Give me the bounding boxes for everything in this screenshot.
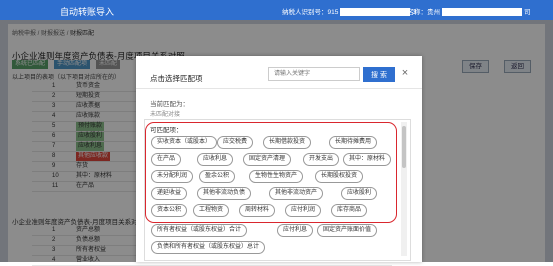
- options-panel: 可匹配项： 实收资本（或股本） 应交税费 长期借款投资 长期待摊费用 在产品 应收利息 固定…: [144, 119, 411, 261]
- top-bar: 自动转账导入 纳税人识别号：915 3 纳税人名称：贵州司: [0, 0, 553, 20]
- option-chip[interactable]: 应付利润: [285, 204, 322, 217]
- redacted-name: [442, 8, 522, 17]
- option-chip[interactable]: 工程物资: [193, 204, 230, 217]
- option-chip[interactable]: 实收资本（或股本）: [151, 136, 218, 149]
- divider: [136, 88, 422, 89]
- option-chip[interactable]: 周转材料: [239, 204, 276, 217]
- option-chip[interactable]: 长期借款投资: [263, 136, 312, 149]
- options-label: 可匹配项：: [150, 127, 183, 134]
- option-chip[interactable]: 长期待摊费用: [329, 136, 378, 149]
- option-chip[interactable]: 其他非流动资产: [269, 187, 324, 200]
- search-button[interactable]: 搜 索: [363, 67, 395, 82]
- option-chip[interactable]: 盈余公积: [199, 170, 236, 183]
- option-chip[interactable]: 应交税费: [217, 136, 254, 149]
- scrollbar-thumb[interactable]: [402, 126, 406, 168]
- option-chip[interactable]: 在产品: [151, 153, 182, 166]
- close-icon[interactable]: ×: [400, 68, 410, 79]
- option-chip[interactable]: 应收股利: [341, 187, 378, 200]
- option-chip[interactable]: 应收利息: [197, 153, 234, 166]
- option-chip[interactable]: 其中：原材料: [343, 153, 392, 166]
- option-chip[interactable]: 资本公积: [151, 204, 188, 217]
- option-chip[interactable]: 应付利息: [277, 224, 314, 237]
- option-chip[interactable]: 固定资产账面价值: [317, 224, 378, 237]
- match-dialog: 点击选择匹配项 搜 索 × 当前匹配为： 未匹配对接 可匹配项： 实收资本（或股…: [136, 56, 422, 262]
- current-match-label: 当前匹配为：: [150, 101, 189, 108]
- current-match-value: 未匹配对接: [150, 112, 181, 118]
- taxpayer-name: 纳税人名称：贵州司: [388, 8, 531, 17]
- option-chip[interactable]: 递延收益: [151, 187, 188, 200]
- app-title: 自动转账导入: [60, 7, 115, 17]
- option-chip[interactable]: 固定资产清理: [243, 153, 292, 166]
- option-chip[interactable]: 库存商品: [331, 204, 368, 217]
- option-chip[interactable]: 开发支出: [303, 153, 340, 166]
- option-chip[interactable]: 未分配利润: [151, 170, 194, 183]
- option-chip[interactable]: 所有者权益（或股东权益）合计: [151, 224, 248, 237]
- search-input[interactable]: [268, 67, 360, 81]
- option-chip[interactable]: 其他非流动负债: [197, 187, 252, 200]
- option-chip[interactable]: 生物性生物资产: [249, 170, 304, 183]
- option-chip[interactable]: 负债和所有者权益（或股东权益）总计: [151, 241, 266, 254]
- dialog-title: 点击选择匹配项: [150, 74, 203, 83]
- option-chip[interactable]: 长期股权投资: [315, 170, 364, 183]
